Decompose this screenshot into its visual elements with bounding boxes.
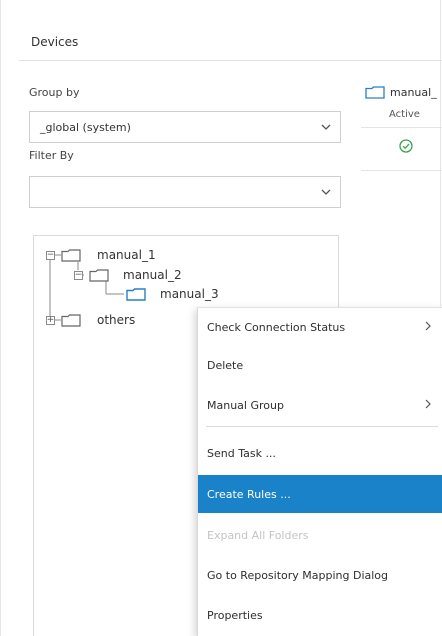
menu-item-label: Create Rules ... [207, 487, 291, 501]
menu-item-expand-all-folders: Expand All Folders [198, 516, 442, 554]
tree-node-manual-1[interactable]: − manual_1 [46, 247, 156, 263]
devices-panel: Devices Group by _global (system) Filter… [0, 0, 442, 636]
tree-node-label: others [97, 313, 136, 327]
menu-item-label: Check Connection Status [207, 320, 346, 334]
group-by-label: Group by [29, 86, 80, 99]
tree-node-label: manual_1 [97, 248, 156, 262]
device-name-header[interactable]: manual_ [365, 86, 437, 99]
title-divider [19, 60, 442, 61]
menu-item-label: Properties [207, 608, 263, 622]
device-column: manual_ Active [361, 82, 442, 171]
tree-node-manual-3[interactable]: manual_3 [126, 286, 219, 302]
device-divider [361, 127, 442, 128]
folder-icon [126, 287, 146, 301]
chevron-right-icon [425, 399, 431, 409]
menu-item-label: Send Task ... [207, 446, 276, 460]
tree-node-label: manual_3 [160, 287, 219, 301]
folder-icon [365, 86, 385, 99]
filter-by-select[interactable] [29, 176, 341, 208]
check-circle-icon [399, 139, 413, 153]
menu-item-label: Delete [207, 358, 244, 372]
menu-item-create-rules[interactable]: Create Rules ... [198, 475, 442, 513]
chevron-down-icon [312, 177, 340, 207]
menu-item-send-task[interactable]: Send Task ... [198, 434, 442, 472]
page-title: Devices [31, 35, 79, 49]
tree-node-others[interactable]: + others [46, 312, 135, 328]
group-by-value: _global (system) [40, 120, 131, 134]
chevron-down-icon [312, 112, 340, 142]
folder-icon [61, 313, 81, 327]
collapse-toggle[interactable]: − [74, 270, 83, 280]
menu-item-delete[interactable]: Delete [198, 346, 442, 384]
menu-item-label: Go to Repository Mapping Dialog [207, 568, 389, 582]
tree-node-manual-2[interactable]: − manual_2 [74, 267, 182, 283]
tree-node-label: manual_2 [123, 268, 182, 282]
chevron-right-icon [425, 321, 431, 331]
folder-icon [89, 268, 109, 282]
filter-by-label: Filter By [29, 149, 74, 162]
menu-item-properties[interactable]: Properties [198, 596, 442, 634]
menu-item-label: Expand All Folders [207, 528, 309, 542]
menu-item-manual-group[interactable]: Manual Group [198, 386, 442, 424]
menu-separator [206, 426, 438, 427]
menu-item-repository-mapping[interactable]: Go to Repository Mapping Dialog [198, 556, 442, 594]
folder-icon [61, 248, 81, 262]
expand-toggle[interactable]: + [46, 315, 55, 325]
menu-item-check-connection-status[interactable]: Check Connection Status [198, 308, 442, 346]
collapse-toggle[interactable]: − [46, 250, 55, 260]
menu-item-label: Manual Group [207, 398, 284, 412]
device-name: manual_ [390, 86, 437, 99]
context-menu: Check Connection Status Delete Manual Gr… [197, 307, 442, 636]
group-by-select[interactable]: _global (system) [29, 111, 341, 143]
device-status: Active [389, 109, 420, 120]
